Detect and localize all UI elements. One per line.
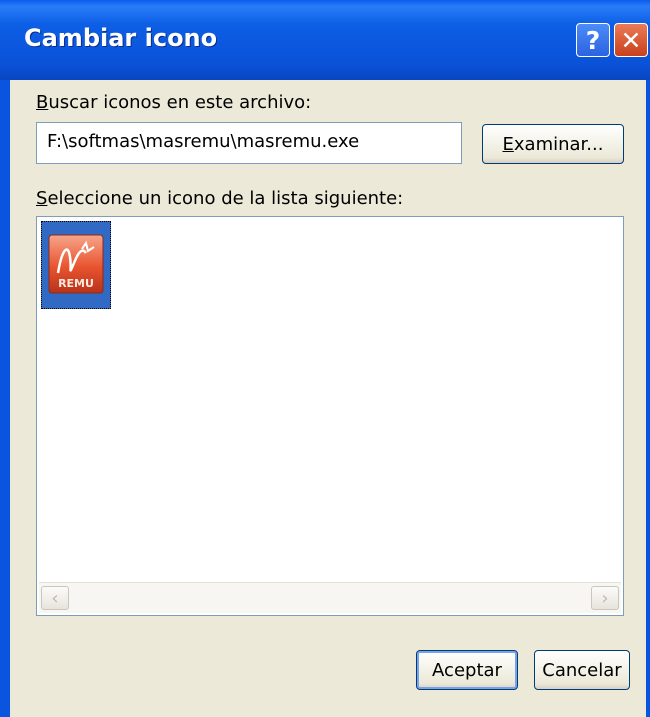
- chevron-left-icon: ‹: [51, 587, 59, 609]
- scroll-left-button[interactable]: ‹: [41, 586, 69, 610]
- masremu-app-icon: REMU: [48, 234, 104, 294]
- title-bar[interactable]: Cambiar icono ? ✕: [0, 0, 650, 80]
- icon-list-label: Seleccione un icono de la lista siguient…: [36, 188, 403, 209]
- scroll-right-button[interactable]: ›: [591, 586, 619, 610]
- file-label-text: uscar iconos en este archivo:: [48, 92, 312, 113]
- browse-accel: E: [502, 133, 514, 155]
- ok-button[interactable]: Aceptar: [416, 650, 518, 690]
- help-icon: ?: [585, 25, 601, 55]
- cancel-button[interactable]: Cancelar: [534, 650, 630, 690]
- icon-list-item[interactable]: REMU: [41, 221, 111, 309]
- close-button[interactable]: ✕: [614, 23, 648, 57]
- file-label-accel: B: [36, 92, 49, 113]
- chevron-right-icon: ›: [601, 587, 609, 609]
- file-path-input[interactable]: F:\softmas\masremu\masremu.exe: [36, 122, 462, 164]
- icon-list-label-accel: S: [36, 188, 48, 209]
- close-icon: ✕: [620, 25, 642, 55]
- file-label: Buscar iconos en este archivo:: [36, 92, 311, 113]
- horizontal-scrollbar[interactable]: ‹ ›: [39, 582, 621, 613]
- browse-button[interactable]: Examinar...: [482, 124, 624, 164]
- icon-caption: REMU: [58, 277, 94, 290]
- dialog-window: Cambiar icono ? ✕ Buscar iconos en este …: [0, 0, 650, 717]
- browse-label: xaminar...: [513, 133, 604, 155]
- help-button[interactable]: ?: [576, 23, 610, 57]
- icon-list-label-text: eleccione un icono de la lista siguiente…: [47, 188, 404, 209]
- icon-list[interactable]: REMU ‹ ›: [36, 216, 624, 616]
- dialog-title: Cambiar icono: [24, 24, 218, 52]
- dialog-body: Buscar iconos en este archivo: F:\softma…: [10, 80, 646, 717]
